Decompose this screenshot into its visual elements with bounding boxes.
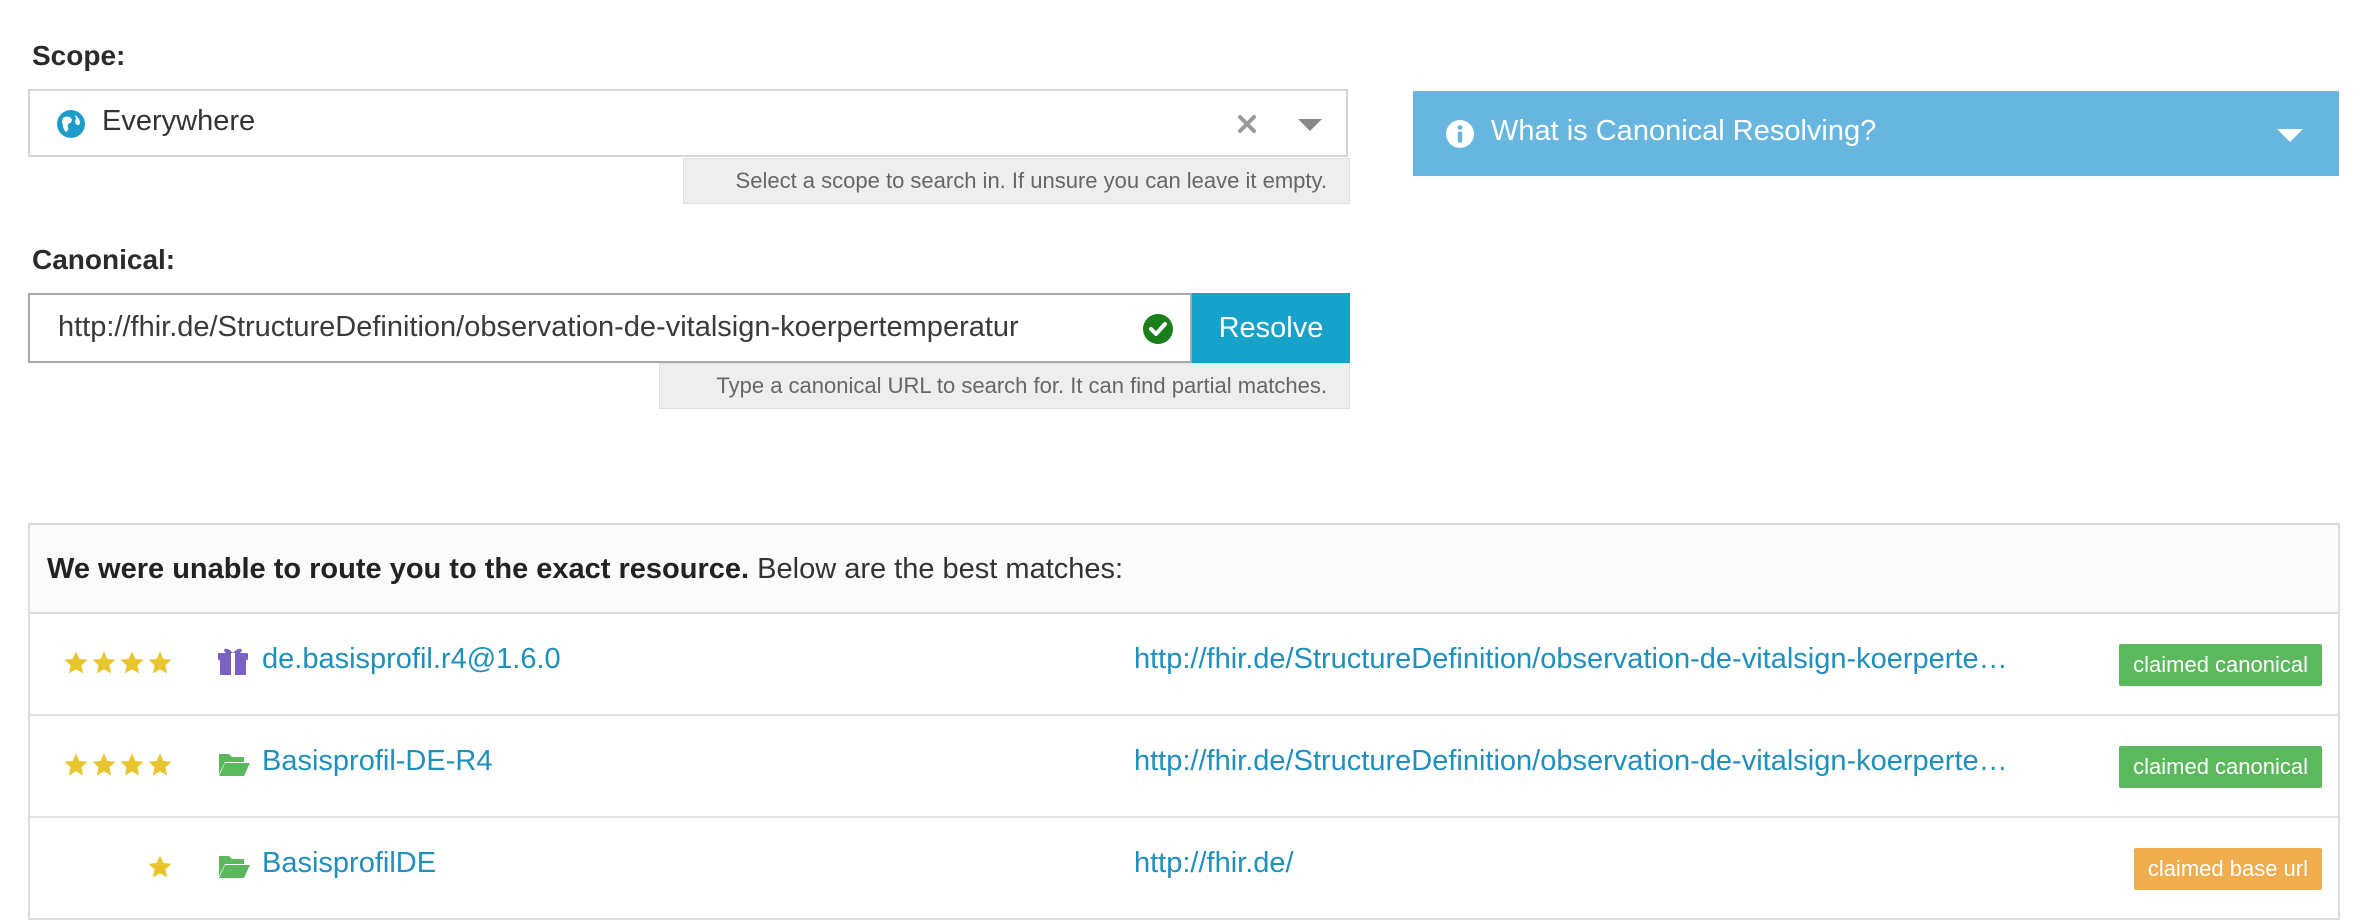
resolve-button[interactable]: Resolve [1192,293,1350,363]
star-icon [119,752,145,778]
results-heading-bold: We were unable to route you to the exact… [47,553,750,585]
result-url-link[interactable]: http://fhir.de/StructureDefinition/obser… [1134,643,2010,676]
result-name-link[interactable]: Basisprofil-DE-R4 [262,745,492,778]
check-circle-icon [1142,313,1174,345]
match-type-badge: claimed base url [2133,848,2322,890]
scope-selected-value: Everywhere [102,105,256,137]
star-icon [91,650,117,676]
star-icon [63,650,89,676]
scope-select[interactable]: Everywhere [28,89,1348,157]
match-type-badge: claimed canonical [2119,746,2322,788]
scope-hint: Select a scope to search in. If unsure y… [683,158,1350,204]
globe-icon [56,109,86,139]
match-type-badge: claimed canonical [2119,644,2322,686]
info-icon [1445,119,1475,149]
star-icon [147,854,173,880]
folder-open-icon [217,749,250,779]
canonical-resolving-info-panel[interactable]: What is Canonical Resolving? [1413,91,2339,176]
result-name-link[interactable]: de.basisprofil.r4@1.6.0 [262,643,561,676]
star-icon [63,752,89,778]
results-heading: We were unable to route you to the exact… [30,525,2338,614]
results-panel: We were unable to route you to the exact… [28,523,2340,920]
folder-open-icon [217,851,250,881]
chevron-down-icon[interactable] [2277,129,2303,142]
result-url-link[interactable]: http://fhir.de/StructureDefinition/obser… [1134,745,2010,778]
info-panel-title: What is Canonical Resolving? [1491,115,1877,147]
rating-stars [147,854,173,880]
result-row: BasisprofilDE http://fhir.de/claimed base… [30,818,2338,920]
canonical-label: Canonical: [32,244,176,275]
star-icon [147,650,173,676]
chevron-down-icon[interactable] [1298,119,1322,131]
scope-label: Scope: [32,40,126,71]
result-name-link[interactable]: BasisprofilDE [262,847,436,880]
star-icon [91,752,117,778]
star-icon [147,752,173,778]
results-heading-rest: Below are the best matches: [749,553,1124,585]
result-url-link[interactable]: http://fhir.de/ [1134,847,2010,880]
canonical-input[interactable]: http://fhir.de/StructureDefinition/obser… [28,293,1192,363]
clear-icon[interactable] [1232,109,1262,139]
result-row: Basisprofil-DE-R4 http://fhir.de/Structur… [30,716,2338,818]
star-icon [119,650,145,676]
canonical-hint: Type a canonical URL to search for. It c… [659,363,1350,409]
rating-stars [63,650,173,676]
package-icon [217,647,249,677]
result-row: de.basisprofil.r4@1.6.0 http://fhir.de/St… [30,614,2338,716]
canonical-input-value: http://fhir.de/StructureDefinition/obser… [58,311,1019,343]
rating-stars [63,752,173,778]
